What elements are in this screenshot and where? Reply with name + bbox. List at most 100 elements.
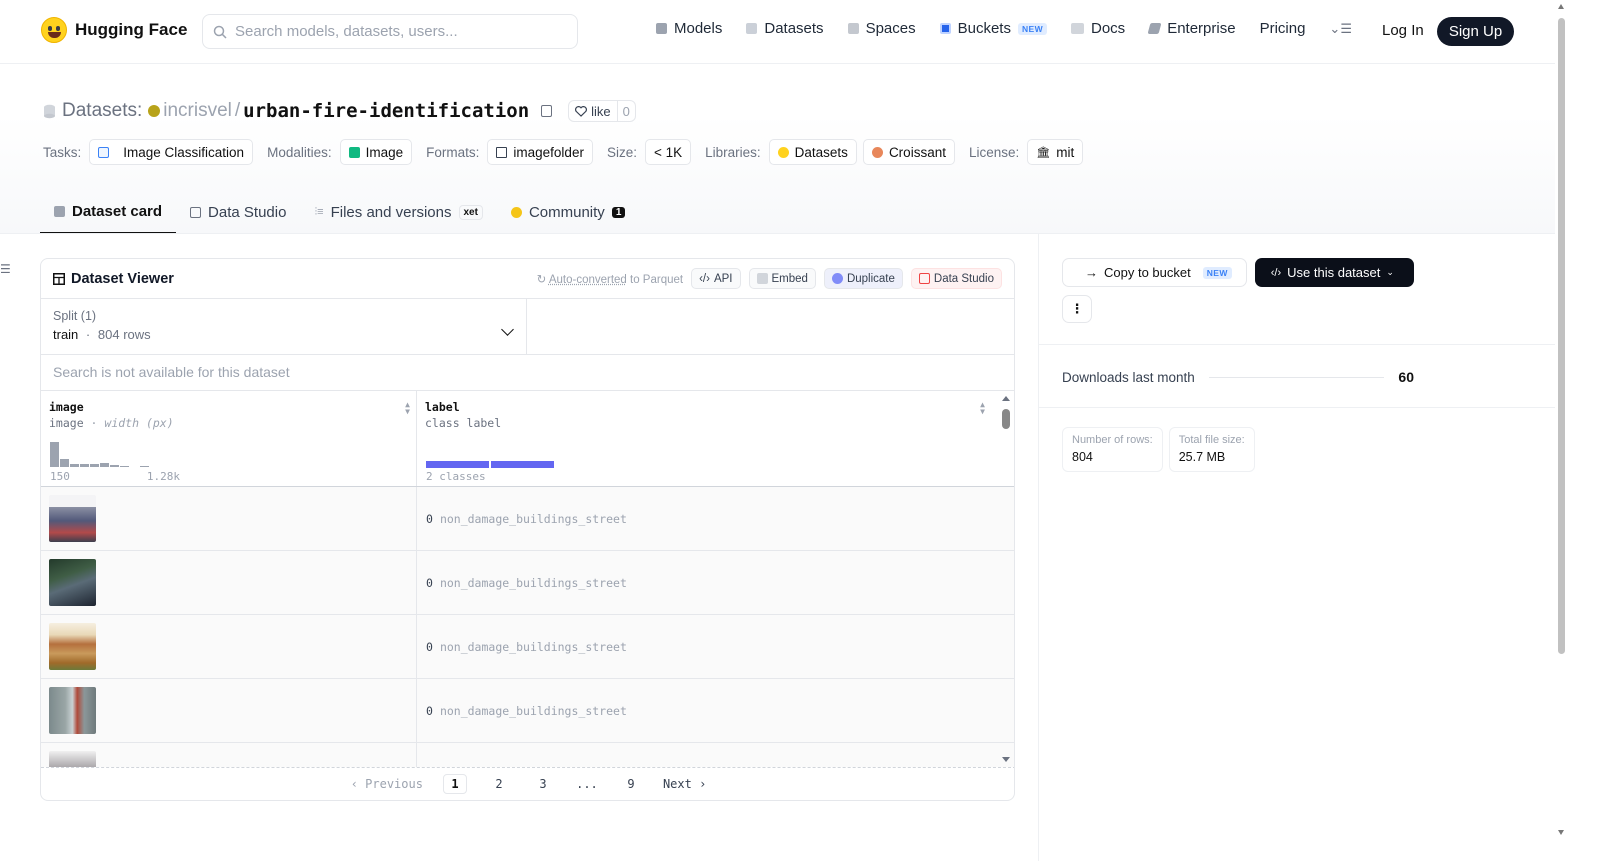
auto-converted-link[interactable]: Auto-converted xyxy=(549,274,627,286)
use-dataset-button[interactable]: ‹/› Use this dataset ⌄ xyxy=(1254,258,1414,287)
license-chip[interactable]: 🏛 mit xyxy=(1027,139,1084,165)
nav-buckets[interactable]: Buckets NEW xyxy=(939,20,1047,37)
class-segment[interactable] xyxy=(491,461,554,468)
histogram-bar[interactable] xyxy=(70,464,79,467)
more-menu-icon[interactable]: ⌄☰ xyxy=(1329,21,1352,37)
histogram-min: 150 xyxy=(50,470,70,483)
table-scrollbar[interactable] xyxy=(998,391,1014,767)
class-index: 0 xyxy=(426,703,433,718)
nav-docs-label: Docs xyxy=(1091,20,1126,37)
dataset-stats: Number of rows: 804 Total file size: 25.7 … xyxy=(1062,427,1255,472)
class-distribution-bar[interactable] xyxy=(426,461,554,468)
column-header-image[interactable]: image image · width (px) ▲ ▼ 150 1.28k xyxy=(41,391,417,486)
split-row: Split (1) train · 804 rows xyxy=(41,299,1014,355)
tab-files[interactable]: ⫶≡ Files and versions xet xyxy=(300,190,497,234)
sort-icon[interactable]: ▲ ▼ xyxy=(980,401,985,416)
table-row[interactable]: 0 non_damage_buildings_street xyxy=(41,615,1014,679)
breadcrumb-separator: / xyxy=(234,100,241,121)
image-thumbnail[interactable] xyxy=(49,559,96,606)
image-thumbnail[interactable] xyxy=(49,495,96,542)
page-scrollbar[interactable] xyxy=(1555,0,1568,861)
format-chip[interactable]: imagefolder xyxy=(487,139,593,165)
table-row[interactable]: 0 non_damage_buildings_street xyxy=(41,679,1014,743)
table-row[interactable] xyxy=(41,743,1014,767)
histogram-bar[interactable] xyxy=(50,442,59,467)
copy-to-bucket-label: Copy to bucket xyxy=(1104,265,1191,280)
library-chip-croissant[interactable]: Croissant xyxy=(862,139,955,165)
modality-chip[interactable]: Image xyxy=(339,139,413,165)
prev-page-button[interactable]: ‹ Previous xyxy=(351,774,423,794)
library-chip-datasets[interactable]: Datasets xyxy=(768,139,857,165)
histogram-bar[interactable] xyxy=(80,464,89,467)
nav-docs[interactable]: Docs xyxy=(1071,20,1125,37)
more-options-button[interactable]: ⋮ xyxy=(1062,295,1092,323)
scroll-up-icon[interactable] xyxy=(1002,396,1010,401)
rows-stat: Number of rows: 804 xyxy=(1062,427,1163,472)
scroll-down-icon[interactable] xyxy=(1002,757,1010,762)
tab-community[interactable]: Community 1 xyxy=(497,190,639,234)
nav-models[interactable]: Models xyxy=(656,20,722,37)
table-row[interactable]: 0 non_damage_buildings_street xyxy=(41,487,1014,551)
sort-icon[interactable]: ▲ ▼ xyxy=(405,401,410,416)
table-row[interactable]: 0 non_damage_buildings_street xyxy=(41,551,1014,615)
brand-logo[interactable]: Hugging Face xyxy=(41,17,187,43)
repo-name[interactable]: urban-fire-identification xyxy=(243,100,529,122)
page-3[interactable]: 3 xyxy=(531,774,555,794)
nav-spaces[interactable]: Spaces xyxy=(847,20,916,37)
library-datasets-label: Datasets xyxy=(794,144,848,160)
copy-to-bucket-button[interactable]: → Copy to bucket NEW xyxy=(1062,258,1247,287)
width-histogram xyxy=(50,439,149,467)
histogram-bar[interactable] xyxy=(140,466,149,467)
repo-owner[interactable]: incrisvel xyxy=(163,100,232,122)
split-selector[interactable]: Split (1) train · 804 rows xyxy=(41,299,527,354)
chevron-down-icon: ⌄ xyxy=(1386,267,1394,277)
login-link[interactable]: Log In xyxy=(1382,22,1424,39)
scroll-down-icon[interactable] xyxy=(1558,830,1564,835)
license-value: mit xyxy=(1056,144,1075,160)
embed-button[interactable]: Embed xyxy=(748,268,816,289)
column-header-label[interactable]: label class label ▲ ▼ 2 classes xyxy=(417,391,999,486)
dataset-actions: → Copy to bucket NEW ‹/› Use this dataset ⌄ xyxy=(1062,258,1414,287)
page-scroll-thumb[interactable] xyxy=(1558,18,1565,654)
copy-icon[interactable] xyxy=(541,105,553,117)
image-thumbnail[interactable] xyxy=(49,751,96,767)
data-studio-icon xyxy=(918,273,930,284)
tab-dataset-card[interactable]: Dataset card xyxy=(40,190,177,234)
scroll-up-icon[interactable] xyxy=(1558,4,1564,9)
page-9[interactable]: 9 xyxy=(619,774,643,794)
search-input[interactable] xyxy=(235,23,555,40)
histogram-bar[interactable] xyxy=(90,464,99,467)
nav-datasets[interactable]: Datasets xyxy=(746,20,824,37)
breadcrumb-section[interactable]: Datasets: xyxy=(62,100,142,122)
scroll-thumb[interactable] xyxy=(1002,409,1010,429)
api-button[interactable]: ‹/› API xyxy=(691,268,741,289)
duplicate-button[interactable]: Duplicate xyxy=(823,268,903,289)
histogram-bar[interactable] xyxy=(100,463,109,467)
data-studio-button[interactable]: Data Studio xyxy=(910,268,1002,289)
next-page-button[interactable]: Next › xyxy=(663,774,706,794)
class-label: non_damage_buildings_street xyxy=(439,639,627,654)
modalities-label: Modalities: xyxy=(267,144,332,160)
size-chip[interactable]: < 1K xyxy=(644,139,692,165)
tab-data-studio[interactable]: Data Studio xyxy=(176,190,300,234)
column-type-text: image xyxy=(49,416,84,430)
page-1[interactable]: 1 xyxy=(442,774,467,794)
like-button[interactable]: like 0 xyxy=(568,100,636,122)
search-box[interactable] xyxy=(202,14,578,49)
viewer-title-text: Dataset Viewer xyxy=(71,270,174,287)
histogram-bar[interactable] xyxy=(120,466,129,467)
signup-button[interactable]: Sign Up xyxy=(1437,17,1514,46)
image-thumbnail[interactable] xyxy=(49,623,96,670)
page-2[interactable]: 2 xyxy=(487,774,511,794)
class-segment[interactable] xyxy=(426,461,489,468)
task-value: Image Classification xyxy=(123,144,245,160)
histogram-bar[interactable] xyxy=(110,465,119,467)
nav-pricing[interactable]: Pricing xyxy=(1260,20,1306,37)
task-chip[interactable]: Image Classification xyxy=(89,139,254,165)
image-thumbnail[interactable] xyxy=(49,687,96,734)
histogram-bar[interactable] xyxy=(60,459,69,467)
cube-icon xyxy=(656,23,667,34)
nav-enterprise[interactable]: Enterprise xyxy=(1147,20,1236,37)
owner-avatar xyxy=(148,105,161,117)
toc-toggle-icon[interactable]: ☰ xyxy=(0,262,11,276)
